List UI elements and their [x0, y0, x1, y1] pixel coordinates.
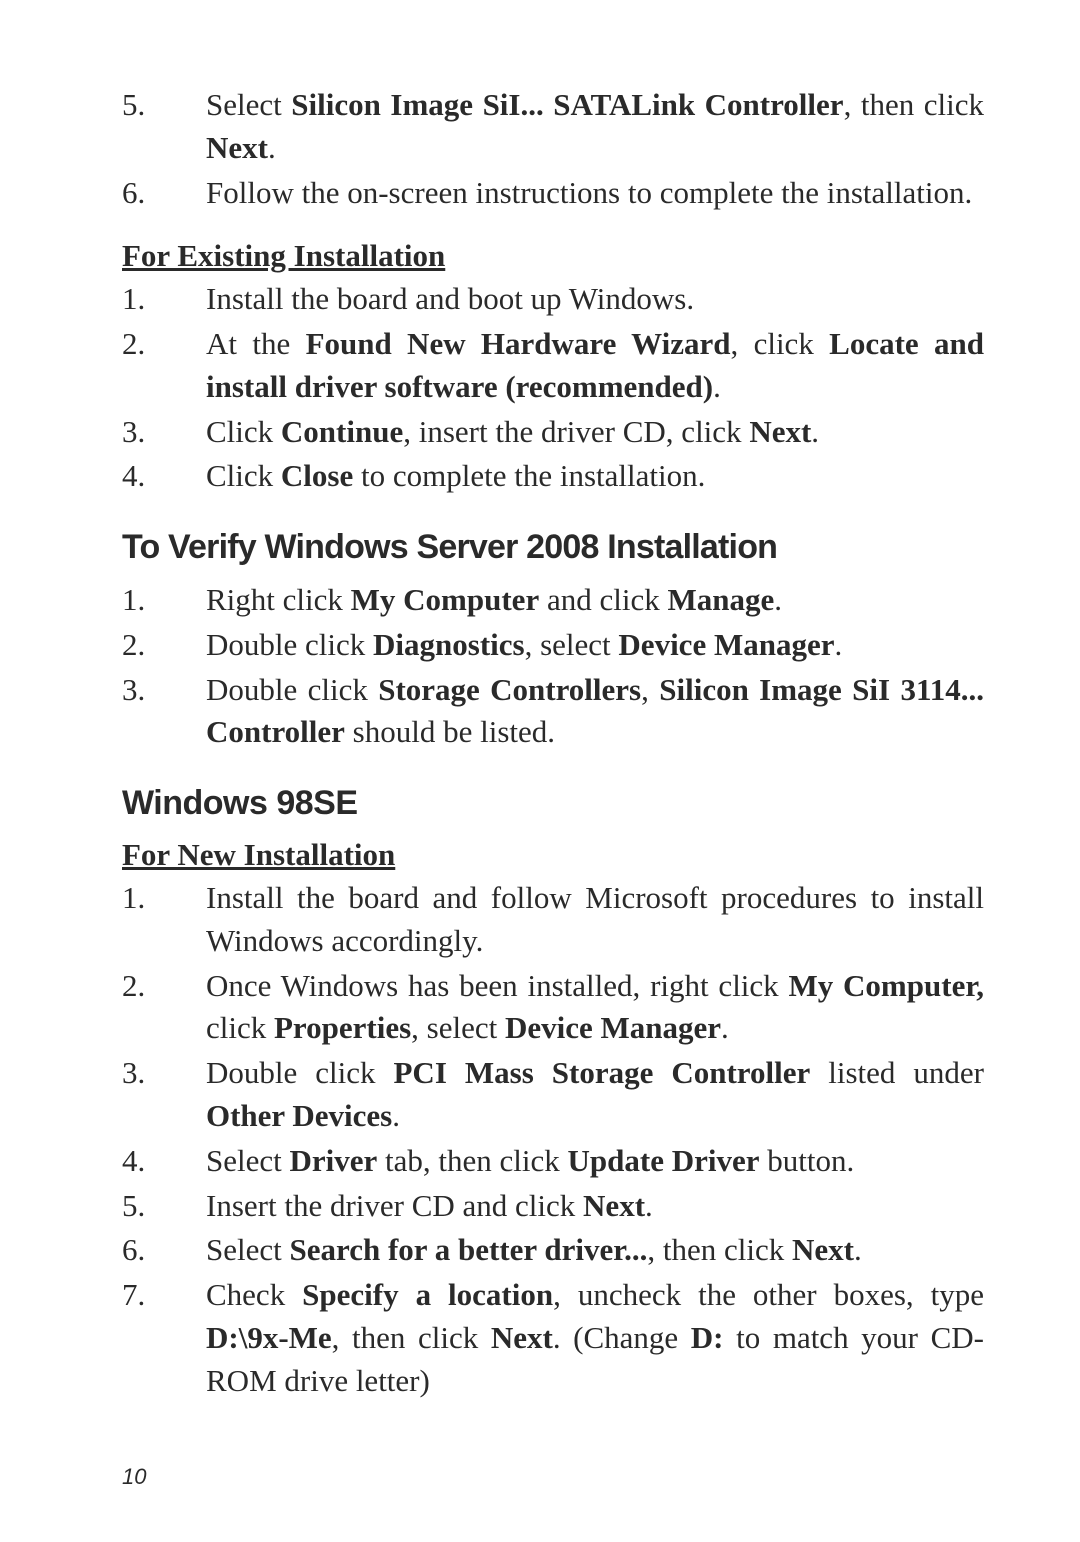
list-item: 3.Double click PCI Mass Storage Controll… — [122, 1052, 984, 1138]
list-item-number: 4. — [122, 455, 206, 498]
list-item-body: Once Windows has been installed, right c… — [206, 965, 984, 1051]
list-item-number: 2. — [122, 624, 206, 667]
list-item-body: Right click My Computer and click Manage… — [206, 579, 984, 622]
top-list: 5.Select Silicon Image SiI... SATALink C… — [122, 84, 984, 214]
list-item: 2.Double click Diagnostics, select Devic… — [122, 624, 984, 667]
list-item-body: Click Close to complete the installation… — [206, 455, 984, 498]
list-item-body: Follow the on-screen instructions to com… — [206, 172, 984, 215]
verify-list: 1.Right click My Computer and click Mana… — [122, 579, 984, 754]
list-item-number: 2. — [122, 323, 206, 409]
list-item-number: 5. — [122, 1185, 206, 1228]
heading-verify-server-2008: To Verify Windows Server 2008 Installati… — [122, 528, 984, 567]
list-item-number: 3. — [122, 1052, 206, 1138]
list-item-body: Double click Diagnostics, select Device … — [206, 624, 984, 667]
list-item-number: 6. — [122, 1229, 206, 1272]
list-item: 1.Install the board and boot up Windows. — [122, 278, 984, 321]
list-item: 2.Once Windows has been installed, right… — [122, 965, 984, 1051]
list-item-body: Double click Storage Controllers, Silico… — [206, 669, 984, 755]
list-item-number: 3. — [122, 669, 206, 755]
list-item-body: Install the board and boot up Windows. — [206, 278, 984, 321]
heading-windows-98se: Windows 98SE — [122, 784, 984, 823]
list-item: 7.Check Specify a location, uncheck the … — [122, 1274, 984, 1402]
list-item-body: At the Found New Hardware Wizard, click … — [206, 323, 984, 409]
list-item: 3.Double click Storage Controllers, Sili… — [122, 669, 984, 755]
list-item: 4.Select Driver tab, then click Update D… — [122, 1140, 984, 1183]
list-item: 1.Right click My Computer and click Mana… — [122, 579, 984, 622]
new-installation-list: 1.Install the board and follow Microsoft… — [122, 877, 984, 1402]
existing-installation-list: 1.Install the board and boot up Windows.… — [122, 278, 984, 498]
list-item-body: Double click PCI Mass Storage Controller… — [206, 1052, 984, 1138]
list-item-number: 6. — [122, 172, 206, 215]
list-item: 6.Select Search for a better driver..., … — [122, 1229, 984, 1272]
list-item-body: Select Search for a better driver..., th… — [206, 1229, 984, 1272]
list-item-body: Click Continue, insert the driver CD, cl… — [206, 411, 984, 454]
page-number: 10 — [122, 1464, 146, 1490]
list-item-number: 1. — [122, 579, 206, 622]
list-item: 3.Click Continue, insert the driver CD, … — [122, 411, 984, 454]
list-item: 2.At the Found New Hardware Wizard, clic… — [122, 323, 984, 409]
list-item-number: 1. — [122, 278, 206, 321]
list-item-body: Select Silicon Image SiI... SATALink Con… — [206, 84, 984, 170]
subheading-existing-installation: For Existing Installation — [122, 238, 984, 274]
subheading-new-installation: For New Installation — [122, 837, 984, 873]
list-item: 1.Install the board and follow Microsoft… — [122, 877, 984, 963]
list-item-body: Select Driver tab, then click Update Dri… — [206, 1140, 984, 1183]
list-item-number: 4. — [122, 1140, 206, 1183]
list-item-number: 7. — [122, 1274, 206, 1402]
list-item-body: Check Specify a location, uncheck the ot… — [206, 1274, 984, 1402]
list-item: 4.Click Close to complete the installati… — [122, 455, 984, 498]
list-item: 5.Select Silicon Image SiI... SATALink C… — [122, 84, 984, 170]
list-item-body: Install the board and follow Microsoft p… — [206, 877, 984, 963]
list-item: 5.Insert the driver CD and click Next. — [122, 1185, 984, 1228]
list-item-number: 1. — [122, 877, 206, 963]
list-item-number: 5. — [122, 84, 206, 170]
list-item-number: 3. — [122, 411, 206, 454]
list-item-number: 2. — [122, 965, 206, 1051]
list-item: 6.Follow the on-screen instructions to c… — [122, 172, 984, 215]
list-item-body: Insert the driver CD and click Next. — [206, 1185, 984, 1228]
